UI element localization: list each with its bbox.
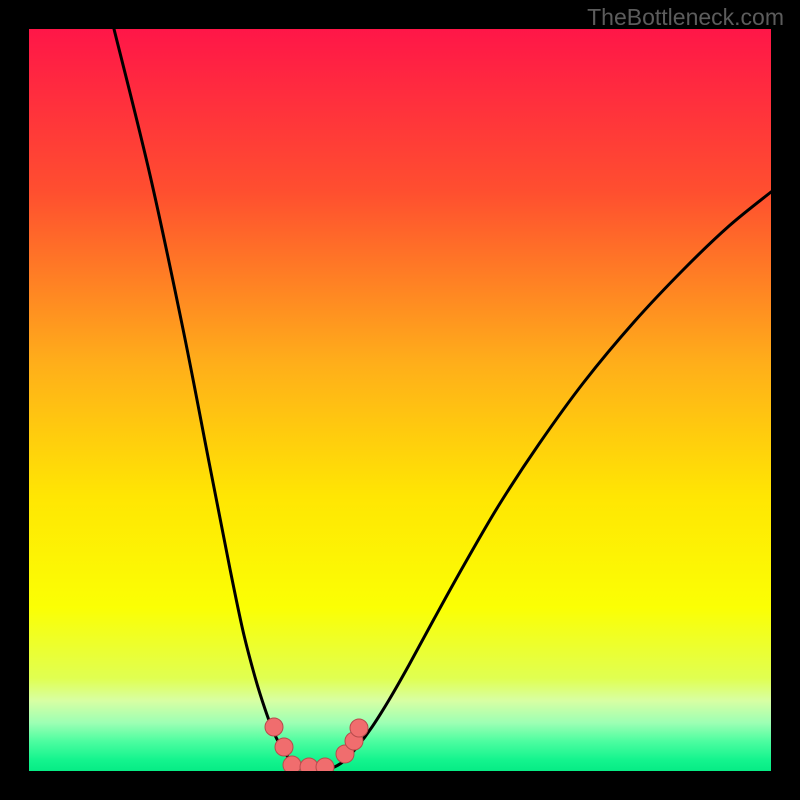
plot-area <box>29 29 771 771</box>
marker-point <box>350 719 368 737</box>
marker-point <box>275 738 293 756</box>
watermark-text: TheBottleneck.com <box>587 4 784 31</box>
marker-point <box>283 756 301 771</box>
outer-frame: TheBottleneck.com <box>0 0 800 800</box>
marker-point <box>300 758 318 771</box>
chart-svg <box>29 29 771 771</box>
marker-point <box>316 758 334 771</box>
marker-point <box>265 718 283 736</box>
